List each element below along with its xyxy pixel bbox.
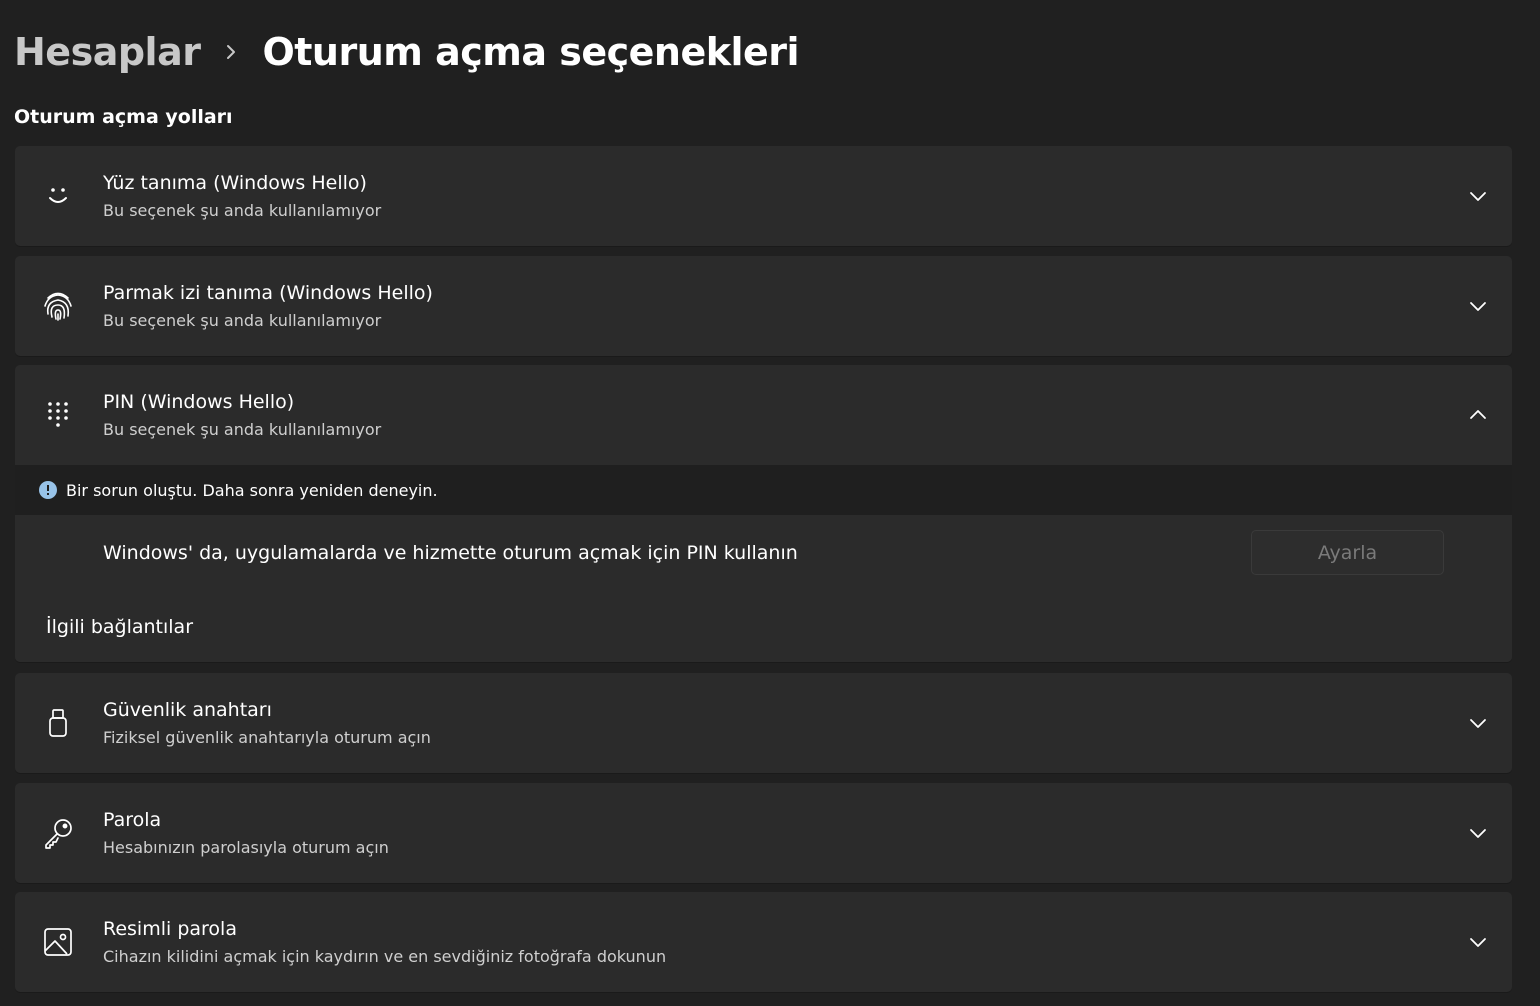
option-title: Güvenlik anahtarı [103, 699, 272, 721]
option-picture-password[interactable]: Resimli parola Cihazın kilidini açmak iç… [15, 892, 1512, 992]
related-links-label: İlgili bağlantılar [46, 616, 194, 638]
settings-page: Hesaplar Oturum açma seçenekleri Oturum … [0, 0, 1540, 1006]
related-links-row: İlgili bağlantılar [15, 591, 1512, 662]
page-title: Oturum açma seçenekleri [262, 30, 800, 74]
option-subtitle: Bu seçenek şu anda kullanılamıyor [103, 420, 382, 439]
option-subtitle: Bu seçenek şu anda kullanılamıyor [103, 311, 382, 330]
pin-setting-text: Windows' da, uygulamalarda ve hizmette o… [103, 542, 798, 564]
option-title: Parola [103, 809, 162, 831]
option-security-key[interactable]: Güvenlik anahtarı Fiziksel güvenlik anah… [15, 673, 1512, 773]
chevron-down-icon[interactable] [1466, 294, 1490, 318]
security-key-icon [41, 706, 75, 740]
breadcrumb-parent-accounts[interactable]: Hesaplar [14, 30, 201, 74]
info-message: Bir sorun oluştu. Daha sonra yeniden den… [66, 480, 438, 500]
pin-keypad-icon [41, 398, 75, 432]
option-title: PIN (Windows Hello) [103, 391, 295, 413]
pin-info-bar: Bir sorun oluştu. Daha sonra yeniden den… [15, 465, 1512, 515]
option-face-recognition[interactable]: Yüz tanıma (Windows Hello) Bu seçenek şu… [15, 146, 1512, 246]
key-icon [41, 816, 75, 850]
chevron-down-icon[interactable] [1466, 184, 1490, 208]
option-title: Parmak izi tanıma (Windows Hello) [103, 282, 433, 304]
info-icon [39, 481, 57, 499]
option-password[interactable]: Parola Hesabınızın parolasıyla oturum aç… [15, 783, 1512, 883]
chevron-down-icon[interactable] [1466, 930, 1490, 954]
section-title: Oturum açma yolları [14, 106, 233, 128]
picture-icon [41, 925, 75, 959]
option-fingerprint[interactable]: Parmak izi tanıma (Windows Hello) Bu seç… [15, 256, 1512, 356]
face-icon [41, 179, 75, 213]
setup-pin-button[interactable]: Ayarla [1251, 530, 1444, 575]
option-subtitle: Hesabınızın parolasıyla oturum açın [103, 838, 389, 857]
chevron-down-icon[interactable] [1466, 711, 1490, 735]
option-title: Yüz tanıma (Windows Hello) [103, 172, 367, 194]
option-title: Resimli parola [103, 918, 237, 940]
breadcrumb: Hesaplar Oturum açma seçenekleri [14, 26, 800, 78]
option-subtitle: Bu seçenek şu anda kullanılamıyor [103, 201, 382, 220]
chevron-right-icon [200, 43, 262, 61]
chevron-down-icon[interactable] [1466, 821, 1490, 845]
fingerprint-icon [41, 289, 75, 323]
option-subtitle: Fiziksel güvenlik anahtarıyla oturum açı… [103, 728, 431, 747]
pin-setting-row: Windows' da, uygulamalarda ve hizmette o… [15, 516, 1512, 590]
option-subtitle: Cihazın kilidini açmak için kaydırın ve … [103, 947, 667, 966]
chevron-up-icon[interactable] [1466, 403, 1490, 427]
